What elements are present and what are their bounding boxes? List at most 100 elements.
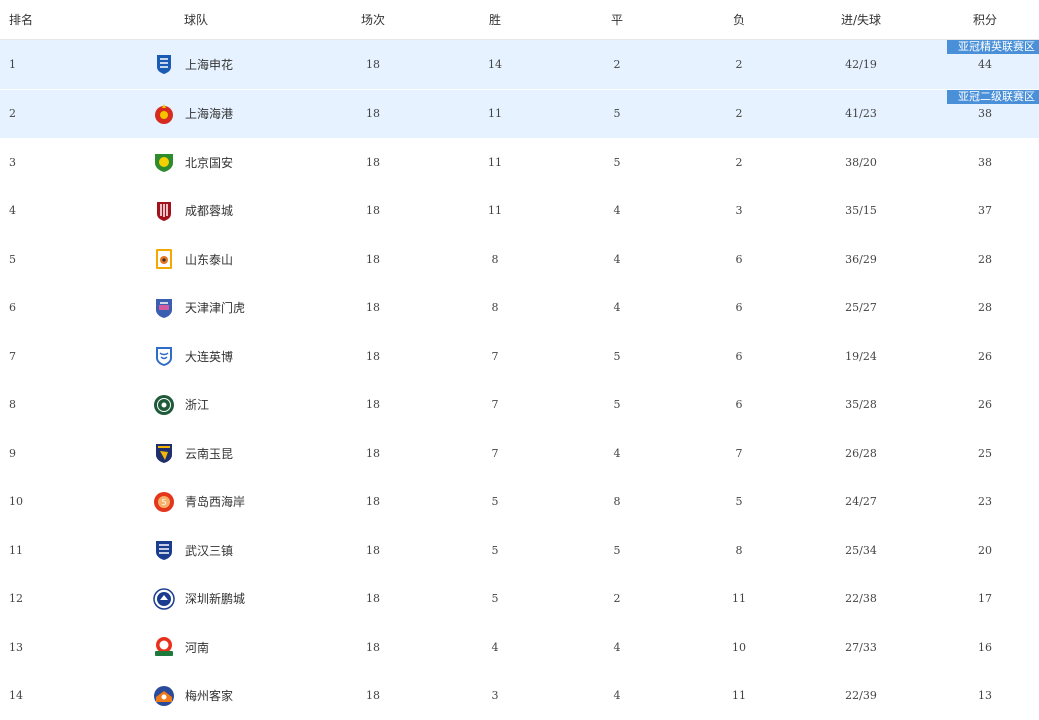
table-header: 排名 球队 场次 胜 平 负 进/失球 积分 — [0, 0, 1039, 40]
table-row[interactable]: 12深圳新鹏城18521122/3817 — [0, 575, 1039, 624]
header-points: 积分 — [955, 0, 1015, 39]
taishan-logo-icon — [152, 247, 176, 271]
points-cell: 38 — [955, 138, 1015, 187]
loss-cell: 7 — [709, 429, 769, 478]
win-cell: 5 — [465, 575, 525, 624]
team-cell[interactable]: 武汉三镇 — [152, 526, 233, 575]
header-loss: 负 — [709, 0, 769, 39]
rank-cell: 9 — [9, 429, 16, 478]
goals-cell: 36/29 — [831, 235, 891, 284]
table-row[interactable]: 5山东泰山1884636/2928 — [0, 235, 1039, 284]
points-cell: 26 — [955, 332, 1015, 381]
team-name[interactable]: 武汉三镇 — [185, 542, 233, 559]
team-cell[interactable]: 天津津门虎 — [152, 284, 245, 333]
team-cell[interactable]: 上海海港 — [152, 90, 233, 139]
goals-cell: 42/19 — [831, 40, 891, 89]
rank-cell: 4 — [9, 187, 16, 236]
played-cell: 18 — [343, 40, 403, 89]
team-name[interactable]: 深圳新鹏城 — [185, 590, 245, 607]
afc-elite-zone-badge: 亚冠精英联赛区 — [947, 40, 1039, 54]
guoan-logo-icon — [152, 150, 176, 174]
table-row[interactable]: 4成都蓉城18114335/1537 — [0, 187, 1039, 236]
goals-cell: 25/27 — [831, 284, 891, 333]
team-name[interactable]: 大连英博 — [185, 348, 233, 365]
table-row[interactable]: 2上海海港18115241/2338亚冠二级联赛区 — [0, 89, 1039, 139]
team-cell[interactable]: 深圳新鹏城 — [152, 575, 245, 624]
team-name[interactable]: 青岛西海岸 — [185, 493, 245, 510]
table-row[interactable]: 1上海申花18142242/1944亚冠精英联赛区 — [0, 40, 1039, 89]
points-cell: 37 — [955, 187, 1015, 236]
goals-cell: 41/23 — [831, 90, 891, 139]
played-cell: 18 — [343, 672, 403, 720]
table-row[interactable]: 7大连英博1875619/2426 — [0, 332, 1039, 381]
team-cell[interactable]: 云南玉昆 — [152, 429, 233, 478]
draw-cell: 4 — [587, 235, 647, 284]
table-row[interactable]: 105青岛西海岸1858524/2723 — [0, 478, 1039, 527]
win-cell: 5 — [465, 478, 525, 527]
rank-cell: 12 — [9, 575, 23, 624]
team-cell[interactable]: 河南 — [152, 623, 209, 672]
draw-cell: 4 — [587, 429, 647, 478]
rongcheng-logo-icon — [152, 199, 176, 223]
goals-cell: 19/24 — [831, 332, 891, 381]
team-name[interactable]: 山东泰山 — [185, 251, 233, 268]
played-cell: 18 — [343, 235, 403, 284]
xihaian-logo-icon: 5 — [152, 490, 176, 514]
table-row[interactable]: 14梅州客家18341122/3913 — [0, 672, 1039, 720]
goals-cell: 35/28 — [831, 381, 891, 430]
rank-cell: 10 — [9, 478, 23, 527]
team-name[interactable]: 云南玉昆 — [185, 445, 233, 462]
goals-cell: 22/39 — [831, 672, 891, 720]
team-name[interactable]: 北京国安 — [185, 154, 233, 171]
goals-cell: 22/38 — [831, 575, 891, 624]
table-row[interactable]: 8浙江1875635/2826 — [0, 381, 1039, 430]
team-name[interactable]: 浙江 — [185, 396, 209, 413]
team-name[interactable]: 成都蓉城 — [185, 202, 233, 219]
svg-text:5: 5 — [161, 498, 166, 507]
team-cell[interactable]: 大连英博 — [152, 332, 233, 381]
team-cell[interactable]: 5 青岛西海岸 — [152, 478, 245, 527]
header-goals: 进/失球 — [831, 0, 891, 39]
rank-cell: 6 — [9, 284, 16, 333]
team-name[interactable]: 天津津门虎 — [185, 299, 245, 316]
win-cell: 5 — [465, 526, 525, 575]
team-cell[interactable]: 山东泰山 — [152, 235, 233, 284]
table-row[interactable]: 13河南18441027/3316 — [0, 623, 1039, 672]
draw-cell: 5 — [587, 138, 647, 187]
points-cell: 13 — [955, 672, 1015, 720]
table-row[interactable]: 9云南玉昆1874726/2825 — [0, 429, 1039, 478]
win-cell: 8 — [465, 235, 525, 284]
team-name[interactable]: 上海申花 — [185, 56, 233, 73]
header-rank: 排名 — [9, 0, 33, 39]
header-draw: 平 — [587, 0, 647, 39]
played-cell: 18 — [343, 138, 403, 187]
table-row[interactable]: 3北京国安18115238/2038 — [0, 138, 1039, 187]
goals-cell: 26/28 — [831, 429, 891, 478]
table-row[interactable]: 11武汉三镇1855825/3420 — [0, 526, 1039, 575]
goals-cell: 35/15 — [831, 187, 891, 236]
team-cell[interactable]: 浙江 — [152, 381, 209, 430]
team-name[interactable]: 上海海港 — [185, 105, 233, 122]
yingbo-logo-icon — [152, 344, 176, 368]
draw-cell: 2 — [587, 40, 647, 89]
team-cell[interactable]: 北京国安 — [152, 138, 233, 187]
table-row[interactable]: 6天津津门虎1884625/2728 — [0, 284, 1039, 333]
goals-cell: 27/33 — [831, 623, 891, 672]
team-name[interactable]: 河南 — [185, 639, 209, 656]
win-cell: 4 — [465, 623, 525, 672]
draw-cell: 4 — [587, 284, 647, 333]
win-cell: 11 — [465, 187, 525, 236]
rank-cell: 13 — [9, 623, 23, 672]
played-cell: 18 — [343, 575, 403, 624]
loss-cell: 6 — [709, 284, 769, 333]
points-cell: 28 — [955, 284, 1015, 333]
team-cell[interactable]: 梅州客家 — [152, 672, 233, 720]
yukun-logo-icon — [152, 441, 176, 465]
goals-cell: 38/20 — [831, 138, 891, 187]
team-cell[interactable]: 上海申花 — [152, 40, 233, 89]
team-cell[interactable]: 成都蓉城 — [152, 187, 233, 236]
loss-cell: 6 — [709, 332, 769, 381]
kejia-logo-icon — [152, 684, 176, 708]
loss-cell: 11 — [709, 672, 769, 720]
draw-cell: 5 — [587, 381, 647, 430]
